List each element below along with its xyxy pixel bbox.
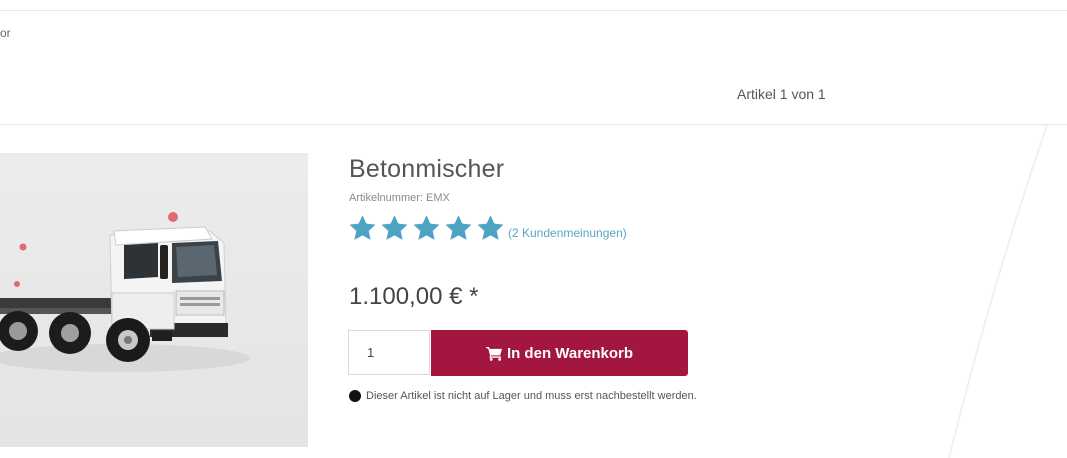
- top-divider: [0, 10, 1067, 11]
- decorative-arc: [948, 125, 1048, 458]
- quantity-input[interactable]: [348, 330, 430, 375]
- pagination-info: Artikel 1 von 1: [737, 86, 826, 102]
- star-icon: [445, 215, 472, 240]
- reviews-link[interactable]: (2 Kundenmeinungen): [508, 226, 627, 240]
- breadcrumb-fragment[interactable]: or: [0, 26, 11, 40]
- truck-image: [0, 153, 308, 447]
- product-price: 1.100,00 € *: [349, 283, 479, 310]
- star-icon: [349, 215, 376, 240]
- star-icon: [381, 215, 408, 240]
- stock-status: Dieser Artikel ist nicht auf Lager und m…: [349, 390, 697, 402]
- star-icon: [413, 215, 440, 240]
- rating-row: (2 Kundenmeinungen): [347, 213, 627, 243]
- product-title: Betonmischer: [349, 155, 505, 183]
- product-image[interactable]: [0, 153, 308, 447]
- cart-icon: [486, 346, 502, 361]
- star-icon: [477, 215, 504, 240]
- add-to-cart-button[interactable]: In den Warenkorb: [431, 330, 688, 376]
- article-number: Artikelnummer: EMX: [349, 192, 450, 204]
- section-divider: [0, 124, 1067, 125]
- stock-status-text: Dieser Artikel ist nicht auf Lager und m…: [366, 390, 697, 402]
- product-listing-page: or Artikel 1 von 1 Betonmischer Artikeln…: [0, 0, 1067, 458]
- stock-status-dot: [349, 390, 361, 402]
- add-to-cart-label: In den Warenkorb: [506, 344, 634, 362]
